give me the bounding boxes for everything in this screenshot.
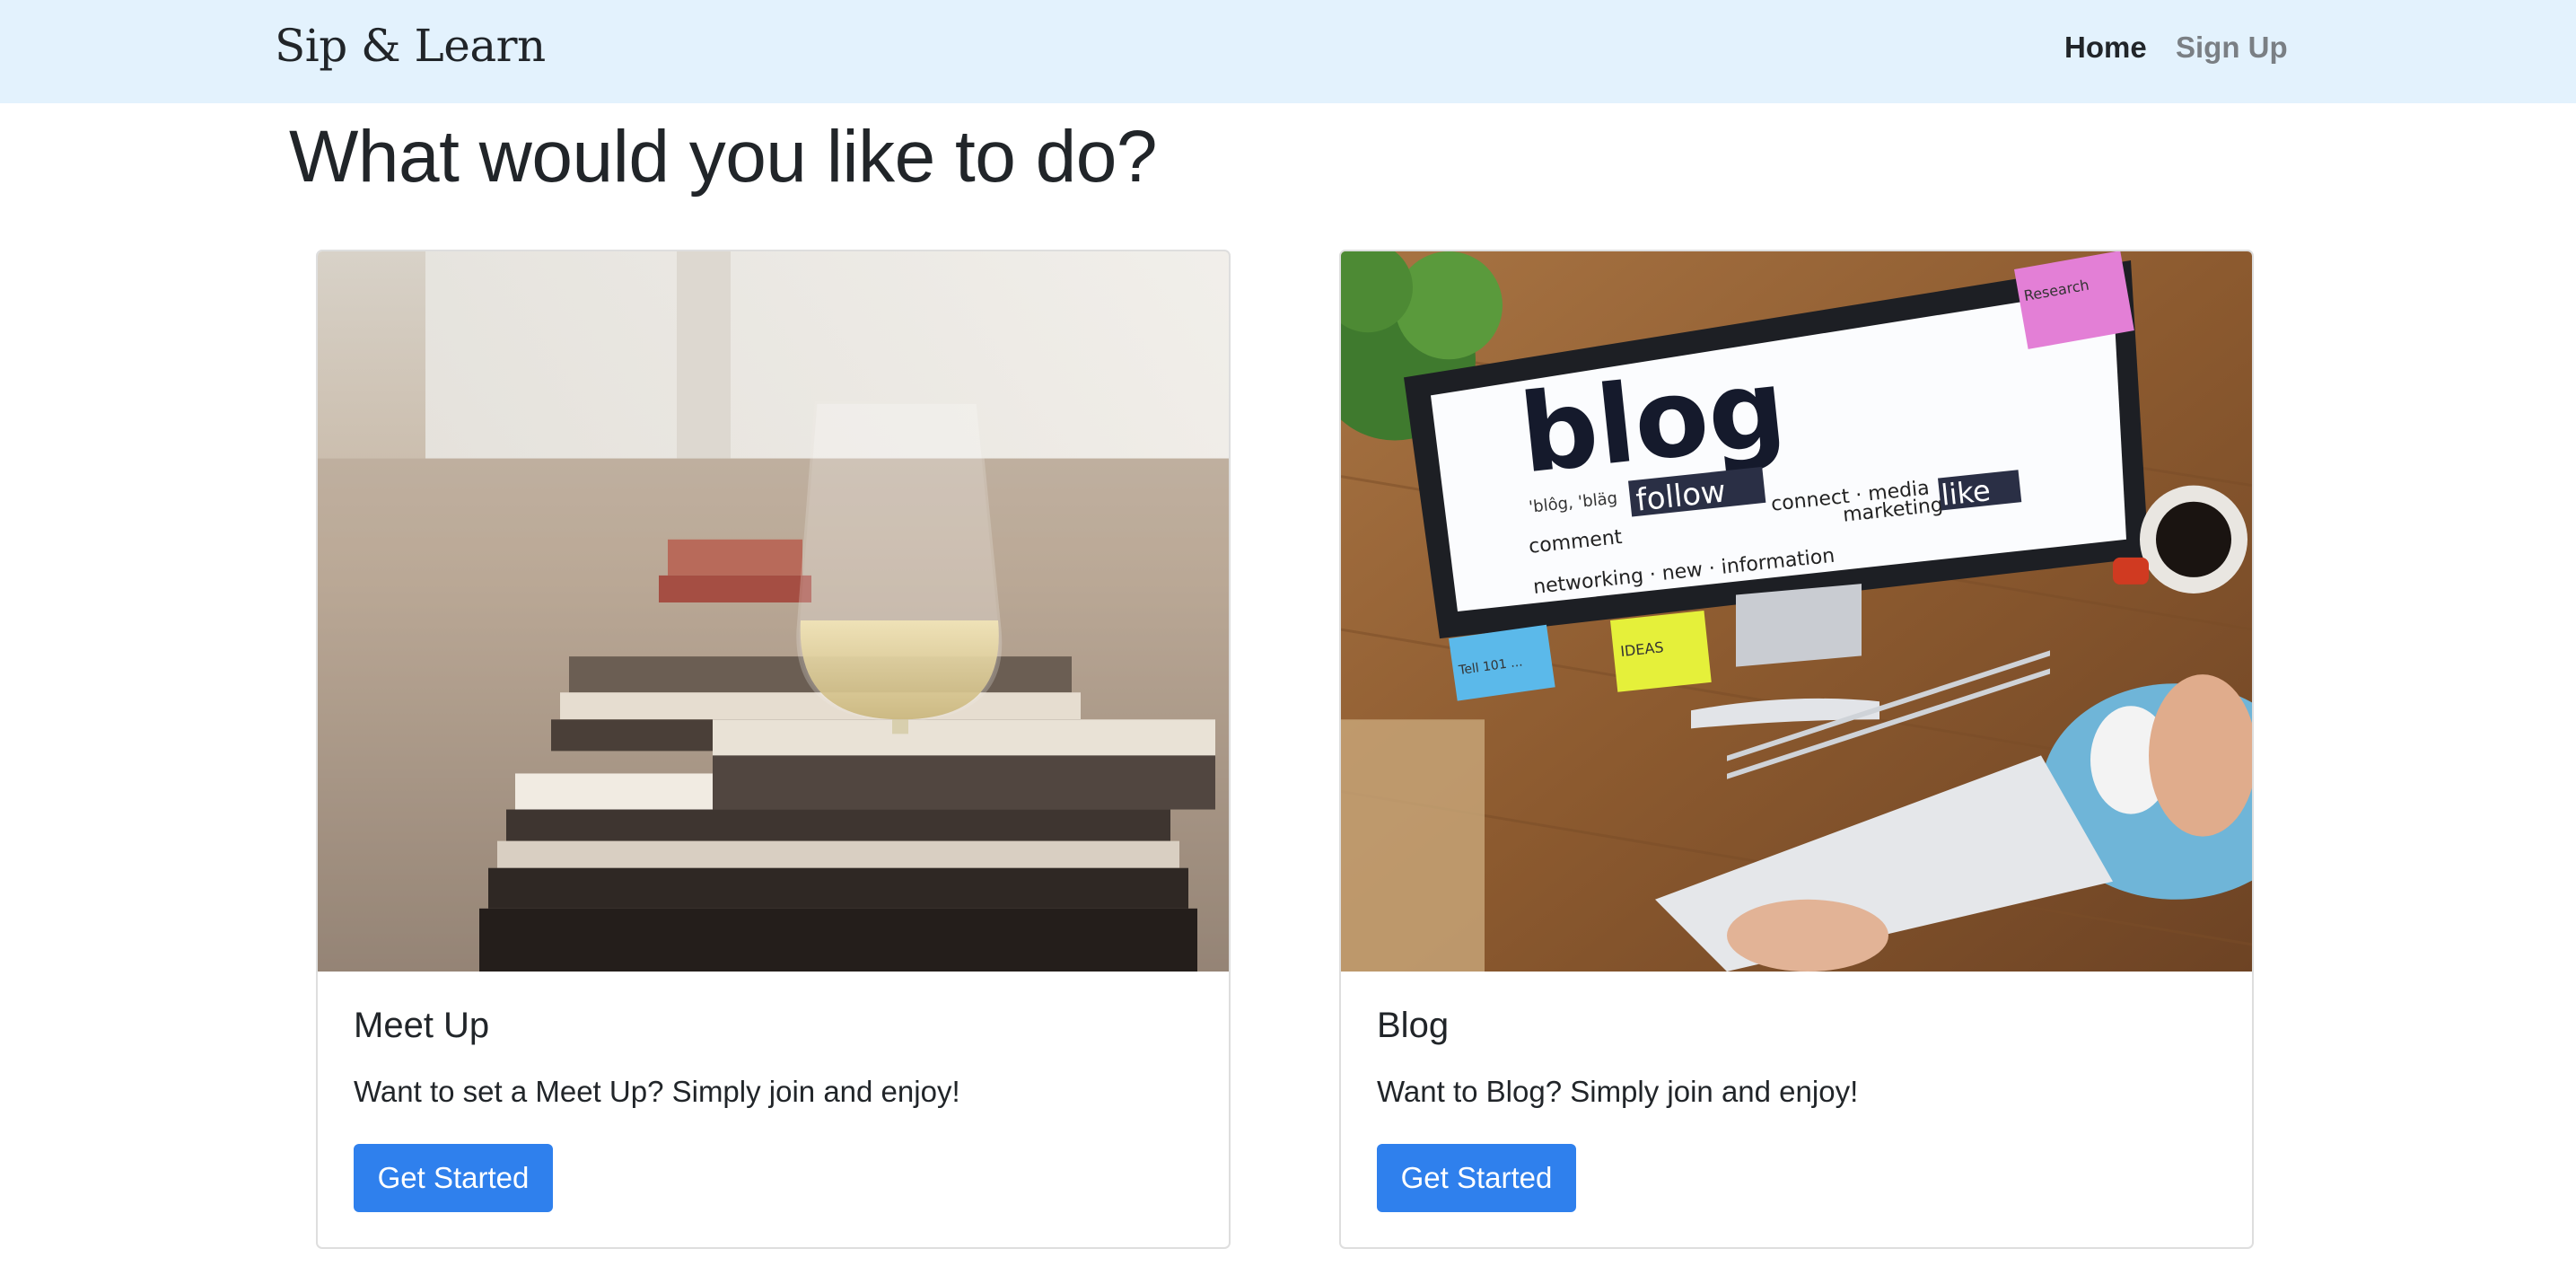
meet-up-card-text: Want to set a Meet Up? Simply join and e… xyxy=(354,1075,960,1108)
brand-logo[interactable]: Sip & Learn xyxy=(275,20,546,72)
blog-card-title: Blog xyxy=(1377,1006,1450,1045)
navbar: Sip & Learn Home Sign Up xyxy=(0,0,2576,103)
meet-up-image xyxy=(318,251,1229,972)
meet-up-get-started-button[interactable]: Get Started xyxy=(354,1144,553,1212)
blog-get-started-button[interactable]: Get Started xyxy=(1377,1144,1576,1212)
meet-up-card: Meet Up Want to set a Meet Up? Simply jo… xyxy=(316,250,1231,1249)
blog-card: blog 'blôg, 'bläg follow comment connect… xyxy=(1339,250,2254,1249)
blog-image: blog 'blôg, 'bläg follow comment connect… xyxy=(1341,251,2252,972)
svg-text:like: like xyxy=(1940,473,1993,513)
nav-link-home[interactable]: Home xyxy=(2064,31,2147,65)
blog-card-text: Want to Blog? Simply join and enjoy! xyxy=(1377,1075,1859,1108)
nav-link-sign-up[interactable]: Sign Up xyxy=(2176,31,2288,65)
meet-up-card-title: Meet Up xyxy=(354,1006,490,1045)
page-title: What would you like to do? xyxy=(289,116,1158,198)
